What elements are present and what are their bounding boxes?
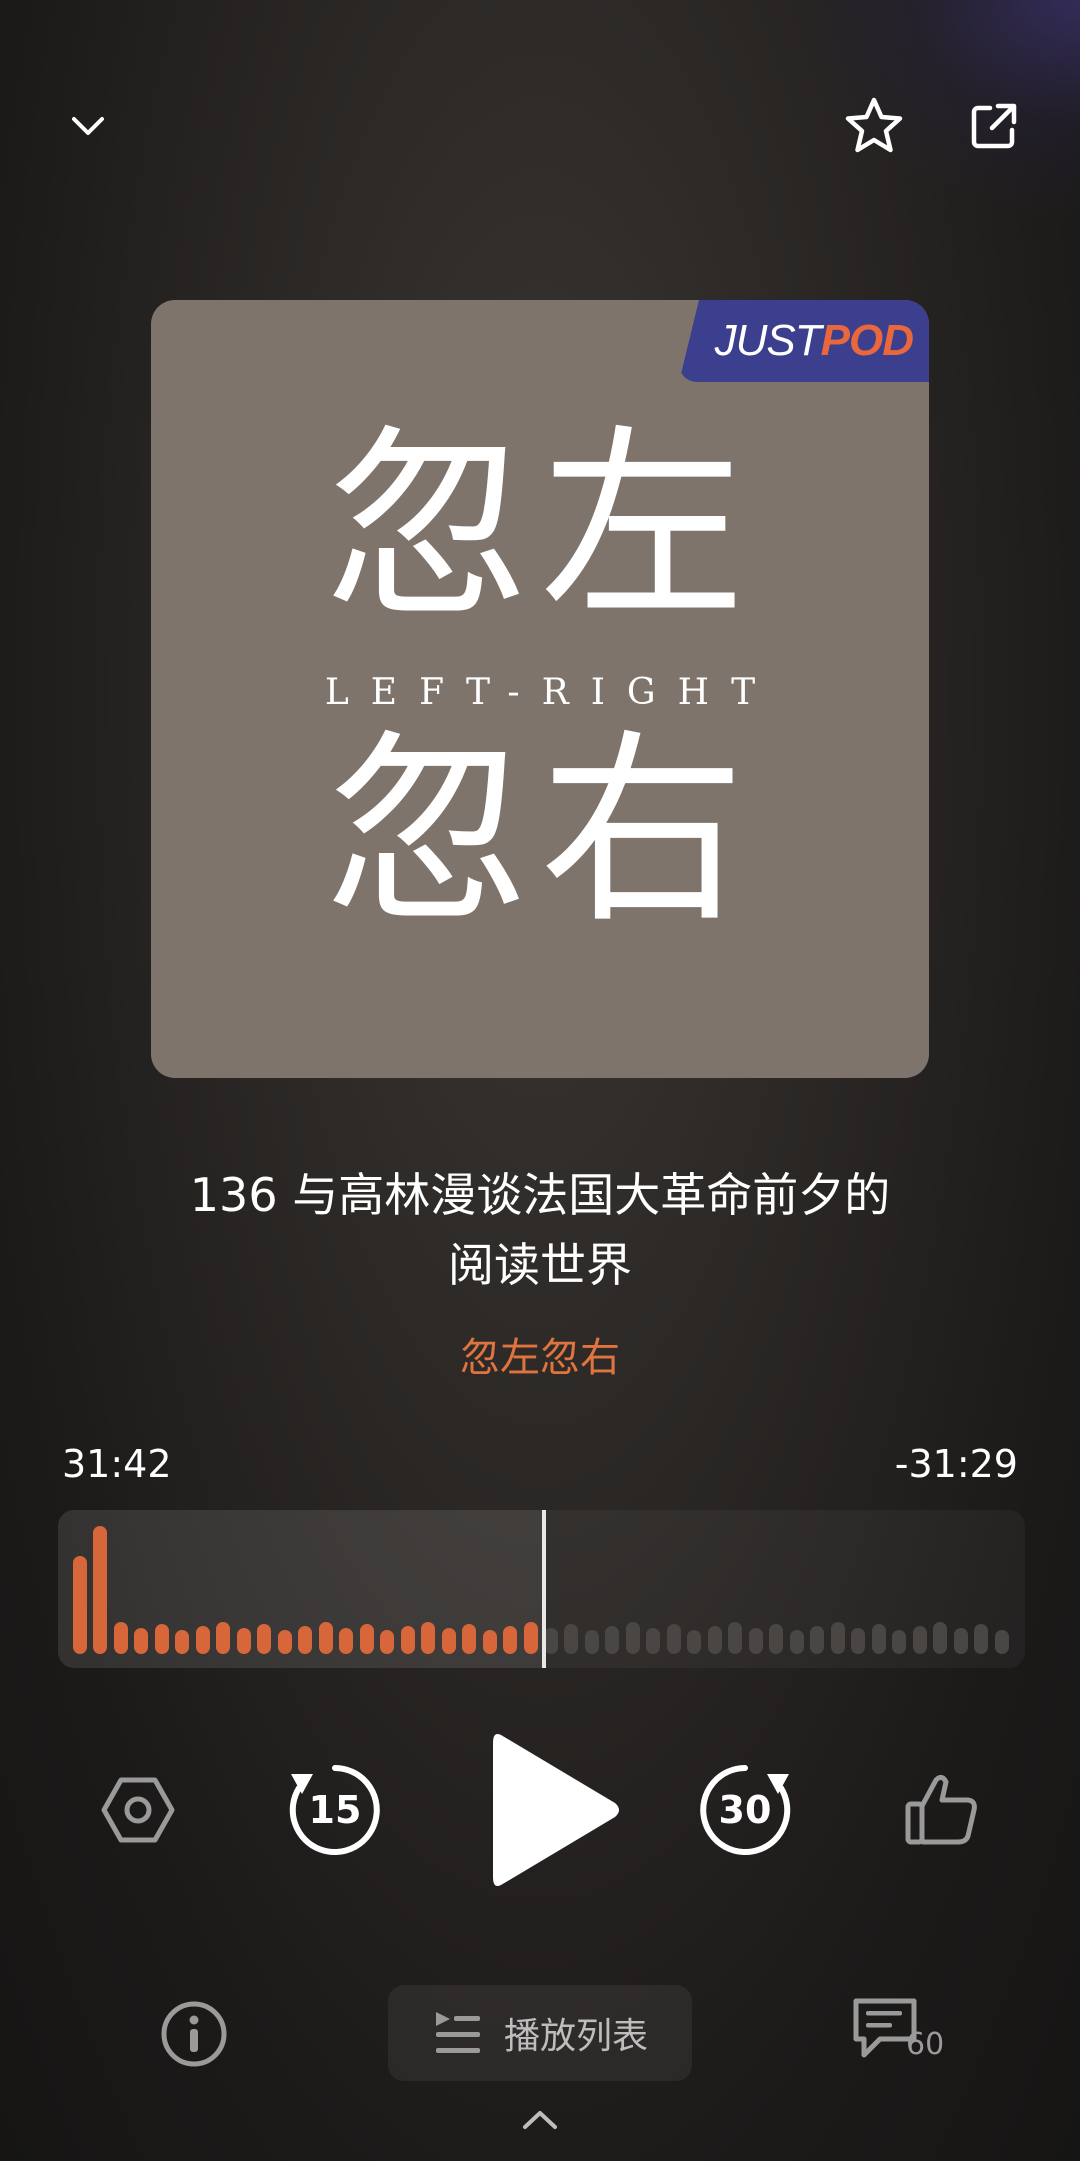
like-button[interactable]	[900, 1768, 984, 1852]
playhead[interactable]	[542, 1510, 546, 1668]
waveform-bar	[789, 1630, 804, 1654]
waveform-bar	[523, 1622, 538, 1654]
info-icon	[161, 2001, 227, 2067]
waveform-bar	[359, 1624, 374, 1654]
waveform-bar	[277, 1630, 292, 1654]
episode-info-button[interactable]	[158, 1998, 230, 2070]
waveform-bar	[994, 1630, 1009, 1654]
waveform-scrubber[interactable]	[58, 1510, 1025, 1668]
collapse-button[interactable]	[52, 90, 124, 162]
forward-seconds: 30	[718, 1788, 772, 1832]
external-link-icon	[971, 103, 1017, 149]
waveform-bar	[503, 1626, 518, 1654]
play-icon	[493, 1734, 619, 1886]
playlist-icon	[435, 2012, 480, 2053]
waveform-bar	[134, 1628, 149, 1654]
background-glow	[780, 0, 1080, 220]
playlist-button[interactable]: 播放列表	[388, 1985, 692, 2081]
waveform-bar	[216, 1622, 231, 1654]
waveform-bar	[851, 1628, 866, 1654]
episode-title-line1: 136 与高林漫谈法国大革命前夕的	[189, 1168, 891, 1222]
waveform-bar	[462, 1624, 477, 1654]
remaining-time: -31:29	[894, 1442, 1018, 1486]
waveform-bar	[298, 1626, 313, 1654]
waveform-bar	[871, 1624, 886, 1654]
justpod-badge: JUST POD	[679, 300, 929, 382]
comment-count: 60	[906, 2027, 945, 2062]
play-button[interactable]	[478, 1720, 628, 1900]
waveform-bar	[421, 1622, 436, 1654]
waveform-bar	[564, 1624, 579, 1654]
waveform-bar	[892, 1630, 907, 1654]
star-outline-icon	[845, 97, 903, 153]
waveform-bar	[810, 1626, 825, 1654]
podcast-cover: JUST POD 忽左 LEFT-RIGHT 忽右	[151, 300, 929, 1078]
waveform-bar	[646, 1628, 661, 1654]
waveform-bar	[687, 1630, 702, 1654]
playback-settings-button[interactable]	[98, 1770, 178, 1850]
podcast-name-link[interactable]: 忽左忽右	[0, 1325, 1080, 1383]
waveform-bar	[912, 1626, 927, 1654]
cover-subtitle: LEFT-RIGHT	[324, 672, 778, 713]
waveform-bar	[584, 1630, 599, 1654]
waveform-bar	[236, 1628, 251, 1654]
expand-button[interactable]	[512, 2095, 568, 2145]
waveform-bar	[154, 1624, 169, 1654]
rewind-seconds: 15	[308, 1788, 362, 1832]
cover-title-top: 忽左	[325, 408, 755, 646]
waveform-bar	[257, 1624, 272, 1654]
waveform-bar	[707, 1626, 722, 1654]
waveform-bar	[339, 1628, 354, 1654]
favorite-button[interactable]	[838, 90, 910, 162]
badge-pod-text: POD	[820, 316, 914, 365]
waveform-bar	[482, 1630, 497, 1654]
chevron-down-icon	[72, 117, 104, 135]
waveform-bar	[666, 1624, 681, 1654]
elapsed-time: 31:42	[62, 1442, 172, 1486]
waveform-bar	[974, 1624, 989, 1654]
waveform-bar	[441, 1628, 456, 1654]
waveform-bar	[933, 1622, 948, 1654]
episode-title-line2: 阅读世界	[448, 1238, 632, 1292]
badge-just-text: JUST	[714, 316, 822, 365]
waveform-bar	[953, 1628, 968, 1654]
waveform-bar	[605, 1626, 620, 1654]
rewind-15-button[interactable]: 15	[285, 1760, 385, 1860]
waveform-bar	[625, 1622, 640, 1654]
hexagon-settings-icon	[101, 1777, 175, 1843]
waveform-bar	[400, 1626, 415, 1654]
waveform-bar	[544, 1628, 558, 1654]
waveform-bar	[175, 1630, 190, 1654]
share-button[interactable]	[958, 90, 1030, 162]
comments-button[interactable]: 60	[850, 1995, 950, 2071]
waveform-bar	[830, 1622, 845, 1654]
episode-title: 136 与高林漫谈法国大革命前夕的 阅读世界	[90, 1160, 990, 1300]
waveform-bar	[748, 1628, 763, 1654]
waveform-bar	[93, 1526, 108, 1654]
waveform-bar	[769, 1624, 784, 1654]
cover-title-bottom: 忽右	[325, 713, 755, 951]
waveform-bar	[318, 1622, 333, 1654]
forward-30-button[interactable]: 30	[695, 1760, 795, 1860]
waveform-bar	[195, 1626, 210, 1654]
playlist-label: 播放列表	[503, 2016, 648, 2057]
chevron-up-icon	[523, 2111, 557, 2129]
waveform-bar	[73, 1556, 87, 1654]
thumbs-up-icon	[905, 1774, 977, 1845]
waveform-bar	[113, 1622, 128, 1654]
waveform-bar	[728, 1622, 743, 1654]
waveform-bar	[380, 1630, 395, 1654]
